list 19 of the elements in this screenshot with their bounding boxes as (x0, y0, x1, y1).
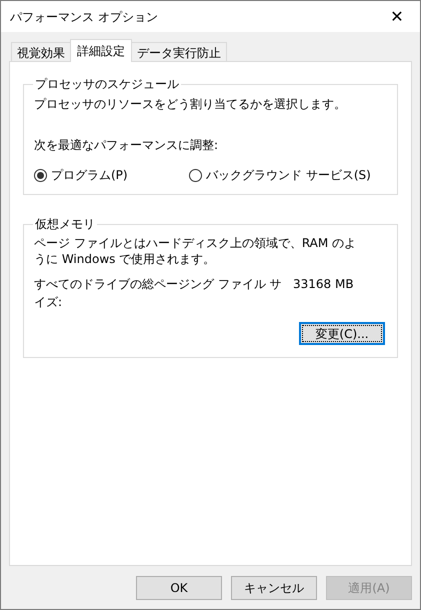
radio-option[interactable]: プログラム(P) (34, 166, 189, 184)
dialog-button[interactable]: OK (136, 576, 222, 600)
tab[interactable]: データ実行防止 (131, 42, 227, 62)
group-title: プロセッサのスケジュール (34, 76, 180, 93)
window-title: パフォーマンス オプション (10, 8, 158, 26)
tab[interactable]: 詳細設定 (70, 39, 132, 62)
adjust-label: 次を最適なパフォーマンスに調整: (34, 137, 220, 154)
close-button[interactable]: ✕ (374, 1, 420, 32)
description-text: ページ ファイルとはハードディスク上の領域で、RAM のように Windows で使用されます。 (34, 235, 358, 267)
radio-option[interactable]: バックグラウンド サービス(S) (189, 166, 371, 184)
description-text: プロセッサのリソースをどう割り当てるかを選択します。 (34, 96, 347, 113)
dialog-button[interactable]: キャンセル (231, 576, 317, 600)
size-value: 33168 MB (293, 276, 354, 293)
tab[interactable]: 視覚効果 (11, 42, 71, 62)
group-title: 仮想メモリ (34, 216, 96, 233)
change-button[interactable]: 変更(C)... (299, 322, 385, 345)
size-label: すべてのドライブの総ページング ファイル サイズ: (34, 276, 283, 311)
radio-button[interactable] (189, 168, 202, 182)
radio-button[interactable] (34, 168, 47, 182)
